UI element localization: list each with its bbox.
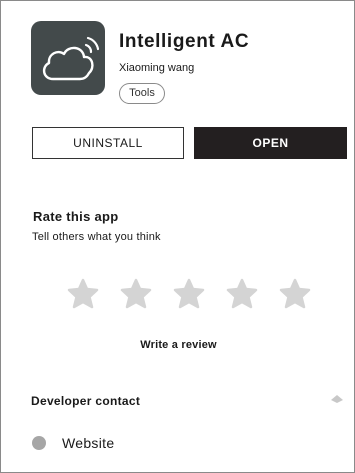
app-name: Intelligent AC	[119, 31, 250, 52]
rate-section-title: Rate this app	[33, 209, 119, 224]
star-icon[interactable]	[173, 278, 205, 310]
rate-section-subtitle: Tell others what you think	[32, 231, 161, 243]
cloud-wifi-icon	[31, 21, 105, 95]
app-detail-screen: Intelligent AC Xiaoming wang Tools UNINS…	[0, 0, 355, 473]
star-icon[interactable]	[226, 278, 258, 310]
chevron-up-icon[interactable]	[330, 394, 344, 404]
write-review-link[interactable]: Write a review	[1, 339, 355, 351]
star-icon[interactable]	[67, 278, 99, 310]
website-link[interactable]: Website	[62, 435, 114, 451]
category-tag[interactable]: Tools	[119, 83, 165, 104]
star-icon[interactable]	[120, 278, 152, 310]
open-button[interactable]: OPEN	[194, 127, 347, 159]
developer-contact-header[interactable]: Developer contact	[31, 394, 140, 408]
globe-dot-icon	[32, 436, 46, 450]
star-rating[interactable]	[67, 278, 312, 310]
uninstall-button[interactable]: UNINSTALL	[32, 127, 184, 159]
developer-name[interactable]: Xiaoming wang	[119, 62, 194, 74]
star-icon[interactable]	[279, 278, 311, 310]
